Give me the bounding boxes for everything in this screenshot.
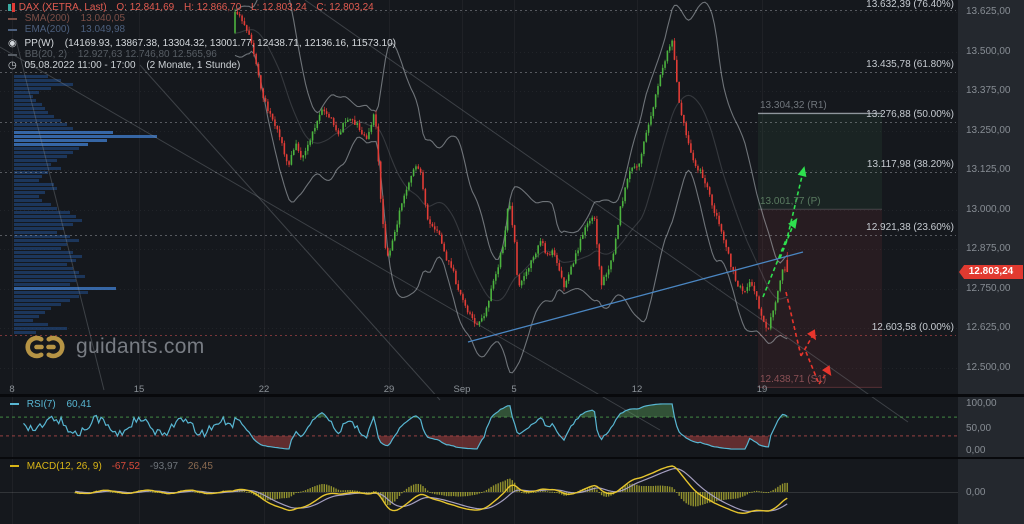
fib-label-23: 12.921,38 (23.60%) xyxy=(866,222,954,233)
fib-label-0: 12.603,58 (0.00%) xyxy=(872,322,954,333)
session-time: 05.08.2022 11:00 - 17:00 xyxy=(25,60,136,71)
macd-hist-value: 26,45 xyxy=(188,461,213,472)
legend-ema-row[interactable]: EMA(200) 13.049,98 xyxy=(8,24,396,35)
ema-value: 13.049,98 xyxy=(81,24,126,35)
price-tick: 12.625,00 xyxy=(966,322,1011,333)
legend-time-row[interactable]: ◷ 05.08.2022 11:00 - 17:00 (2 Monate, 1 … xyxy=(8,60,396,71)
price-tick: 13.625,00 xyxy=(966,6,1011,17)
macd-swatch-icon xyxy=(10,465,19,467)
chart-legend: DAX (XETRA, Last) O: 12.841,69 H: 12.866… xyxy=(8,2,396,71)
price-tick: 13.000,00 xyxy=(966,204,1011,215)
rsi-label: RSI(7) xyxy=(27,399,56,410)
pivot-label-s1: 12.438,71 (S1) xyxy=(760,374,826,385)
x-tick: 5 xyxy=(511,384,516,395)
guidants-watermark: guidants.com xyxy=(24,332,205,362)
legend-bb-row[interactable]: BB(20, 2) 12.927,63 12.746,80 12.565,96 xyxy=(8,49,396,60)
candles-icon xyxy=(8,2,16,13)
pp-label: PP(W) xyxy=(25,38,54,49)
fib-label-61: 13.435,78 (61.80%) xyxy=(866,59,954,70)
bb-values: 12.927,63 12.746,80 12.565,96 xyxy=(78,49,217,60)
ohlc-high: H: 12.866,70 xyxy=(184,2,241,13)
bb-swatch-icon xyxy=(8,54,17,56)
macd-value: -67,52 xyxy=(112,461,140,472)
sma-value: 13.040,05 xyxy=(81,13,126,24)
legend-sma-row[interactable]: SMA(200) 13.040,05 xyxy=(8,13,396,24)
rsi-axis-tick: 50,00 xyxy=(966,423,991,434)
macd-legend-row[interactable]: MACD(12, 26, 9) -67,52 -93,97 26,45 xyxy=(10,461,213,472)
fib-label-50: 13.276,88 (50.00%) xyxy=(866,109,954,120)
rsi-value: 60,41 xyxy=(66,399,91,410)
period: (2 Monate, 1 Stunde) xyxy=(146,60,240,71)
pivot-target-icon: ◉ xyxy=(8,38,17,49)
ohlc-open: O: 12.841,69 xyxy=(116,2,174,13)
ohlc-close: C: 12.803,24 xyxy=(316,2,373,13)
price-tick: 12.500,00 xyxy=(966,362,1011,373)
price-tick: 13.125,00 xyxy=(966,164,1011,175)
guidants-logo-icon xyxy=(24,332,66,362)
legend-pivot-row[interactable]: ◉ PP(W) (14169.93, 13867.38, 13304.32, 1… xyxy=(8,38,396,49)
x-tick: 12 xyxy=(632,384,643,395)
macd-label: MACD(12, 26, 9) xyxy=(27,461,102,472)
sma-label: SMA(200) xyxy=(25,13,70,24)
ema-label: EMA(200) xyxy=(25,24,70,35)
macd-axis-tick: 0,00 xyxy=(966,487,985,498)
instrument-name: DAX (XETRA, Last) xyxy=(19,2,107,13)
fib-label-38: 13.117,98 (38.20%) xyxy=(867,159,954,170)
guidants-logo-text: guidants.com xyxy=(76,335,205,359)
macd-signal-value: -93,97 xyxy=(150,461,178,472)
clock-icon: ◷ xyxy=(8,60,17,71)
x-tick: 15 xyxy=(134,384,145,395)
rsi-swatch-icon xyxy=(10,403,19,405)
rsi-axis-tick: 100,00 xyxy=(966,398,997,409)
pivot-label-r1: 13.304,32 (R1) xyxy=(760,100,827,111)
rsi-axis-tick: 0,00 xyxy=(966,445,985,456)
pp-values: (14169.93, 13867.38, 13304.32, 13001.77,… xyxy=(65,38,396,49)
price-tick: 13.500,00 xyxy=(966,46,1011,57)
ohlc-low: L: 12.803,24 xyxy=(251,2,307,13)
x-tick: 19 xyxy=(757,384,768,395)
price-tick: 13.375,00 xyxy=(966,85,1011,96)
sma-swatch-icon xyxy=(8,18,17,20)
rsi-legend-row[interactable]: RSI(7) 60,41 xyxy=(10,399,92,410)
x-tick: Sep xyxy=(454,384,471,395)
x-tick: 8 xyxy=(9,384,14,395)
x-tick: 29 xyxy=(384,384,395,395)
legend-instrument-row[interactable]: DAX (XETRA, Last) O: 12.841,69 H: 12.866… xyxy=(8,2,396,13)
ema-swatch-icon xyxy=(8,29,17,31)
last-price-badge: 12.803,24 xyxy=(959,265,1023,279)
chart-application: DAX (XETRA, Last) O: 12.841,69 H: 12.866… xyxy=(0,0,1024,524)
x-tick: 22 xyxy=(259,384,270,395)
price-tick: 12.875,00 xyxy=(966,243,1011,254)
price-tick: 13.250,00 xyxy=(966,125,1011,136)
pivot-label-p: 13.001,77 (P) xyxy=(760,196,821,207)
bb-label: BB(20, 2) xyxy=(25,49,67,60)
price-tick: 12.750,00 xyxy=(966,283,1011,294)
chart-canvas[interactable] xyxy=(0,0,1024,524)
fib-label-76: 13.632,39 (76.40%) xyxy=(866,0,954,10)
